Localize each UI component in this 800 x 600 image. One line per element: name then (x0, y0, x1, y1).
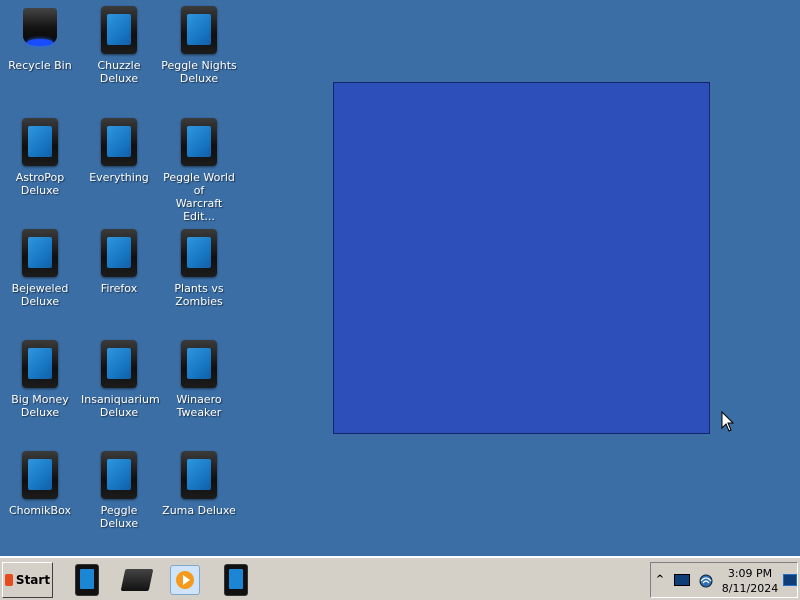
blue-window[interactable] (333, 82, 710, 434)
desktop-icon-label: ChomikBox (9, 504, 71, 517)
app-tablet-icon (101, 6, 137, 54)
desktop-icon-peggle-world-of-warcraft[interactable]: Peggle World of Warcraft Edit... (159, 112, 239, 223)
desktop-icon-everything[interactable]: Everything (79, 112, 159, 212)
desktop-icon-label: Bejeweled Deluxe (11, 282, 69, 308)
desktop-icon-bejeweled-deluxe[interactable]: Bejeweled Deluxe (0, 223, 80, 323)
app-tablet-icon (181, 6, 217, 54)
desktop-icon-label: Recycle Bin (8, 59, 72, 72)
taskbar-app-button[interactable] (70, 562, 104, 598)
app-tablet-icon (75, 564, 99, 596)
app-tablet-icon (22, 229, 58, 277)
desktop-icon-insaniquarium-deluxe[interactable]: Insaniquarium Deluxe (79, 334, 160, 434)
system-tray: ^ 3:09 PM 8/11/2024 (650, 562, 798, 598)
desktop-icon-label: Peggle Nights Deluxe (161, 59, 237, 85)
app-tablet-icon (181, 118, 217, 166)
app-tablet-icon (22, 451, 58, 499)
monitor-icon[interactable] (674, 574, 690, 586)
start-button[interactable]: Start (2, 562, 53, 598)
desktop-icon-label: Peggle Deluxe (99, 504, 139, 530)
desktop-icon-astropop-deluxe[interactable]: AstroPop Deluxe (0, 112, 80, 212)
app-tablet-icon (101, 229, 137, 277)
clock-time[interactable]: 3:09 PM (717, 567, 783, 580)
media-player-icon (170, 565, 200, 595)
desktop-icon-label: Big Money Deluxe (11, 393, 69, 419)
desktop-icon-peggle-nights-deluxe[interactable]: Peggle Nights Deluxe (159, 0, 239, 100)
desktop-icon-big-money-deluxe[interactable]: Big Money Deluxe (0, 334, 80, 434)
app-tablet-icon (22, 340, 58, 388)
app-tablet-icon (101, 118, 137, 166)
taskbar-drive-button[interactable] (120, 562, 154, 598)
show-desktop-icon[interactable] (783, 574, 797, 586)
desktop[interactable]: Recycle Bin AstroPop Deluxe Bejeweled De… (0, 0, 800, 556)
start-label: Start (15, 573, 51, 587)
desktop-icon-chuzzle-deluxe[interactable]: Chuzzle Deluxe (79, 0, 159, 100)
desktop-icon-label: AstroPop Deluxe (15, 171, 65, 197)
desktop-icon-plants-vs-zombies[interactable]: Plants vs Zombies (159, 223, 239, 323)
mouse-cursor-icon (721, 411, 735, 432)
show-hidden-chevron-icon[interactable]: ^ (655, 573, 665, 587)
desktop-icon-label: Insaniquarium Deluxe (81, 393, 160, 419)
desktop-icon-peggle-deluxe[interactable]: Peggle Deluxe (79, 445, 159, 545)
desktop-icon-zuma-deluxe[interactable]: Zuma Deluxe (159, 445, 239, 545)
desktop-icon-label: Peggle World of Warcraft Edit... (163, 171, 235, 223)
desktop-icon-recycle-bin[interactable]: Recycle Bin (0, 0, 80, 100)
desktop-icon-label: Firefox (100, 282, 138, 295)
app-tablet-icon (181, 340, 217, 388)
desktop-icon-label: Chuzzle Deluxe (97, 59, 141, 85)
clock-date[interactable]: 8/11/2024 (717, 582, 783, 595)
app-tablet-icon (181, 451, 217, 499)
hard-drive-icon (120, 569, 154, 591)
app-tablet-icon (22, 118, 58, 166)
desktop-icon-firefox[interactable]: Firefox (79, 223, 159, 323)
taskbar: Start ^ 3:09 PM 8/11/2024 (0, 556, 800, 600)
desktop-icon-label: Everything (89, 171, 149, 184)
app-tablet-icon (224, 564, 248, 596)
recycle-bin-icon (22, 6, 58, 52)
desktop-icon-chomikbox[interactable]: ChomikBox (0, 445, 80, 545)
desktop-icon-label: Winaero Tweaker (176, 393, 222, 419)
desktop-icon-label: Zuma Deluxe (162, 504, 236, 517)
start-logo-icon (4, 574, 13, 586)
app-tablet-icon (101, 340, 137, 388)
desktop-icon-winaero-tweaker[interactable]: Winaero Tweaker (159, 334, 239, 434)
taskbar-media-player-button[interactable] (168, 562, 202, 598)
network-icon[interactable] (698, 573, 714, 589)
app-tablet-icon (181, 229, 217, 277)
app-tablet-icon (101, 451, 137, 499)
taskbar-app-button[interactable] (219, 562, 253, 598)
desktop-icon-label: Plants vs Zombies (174, 282, 224, 308)
